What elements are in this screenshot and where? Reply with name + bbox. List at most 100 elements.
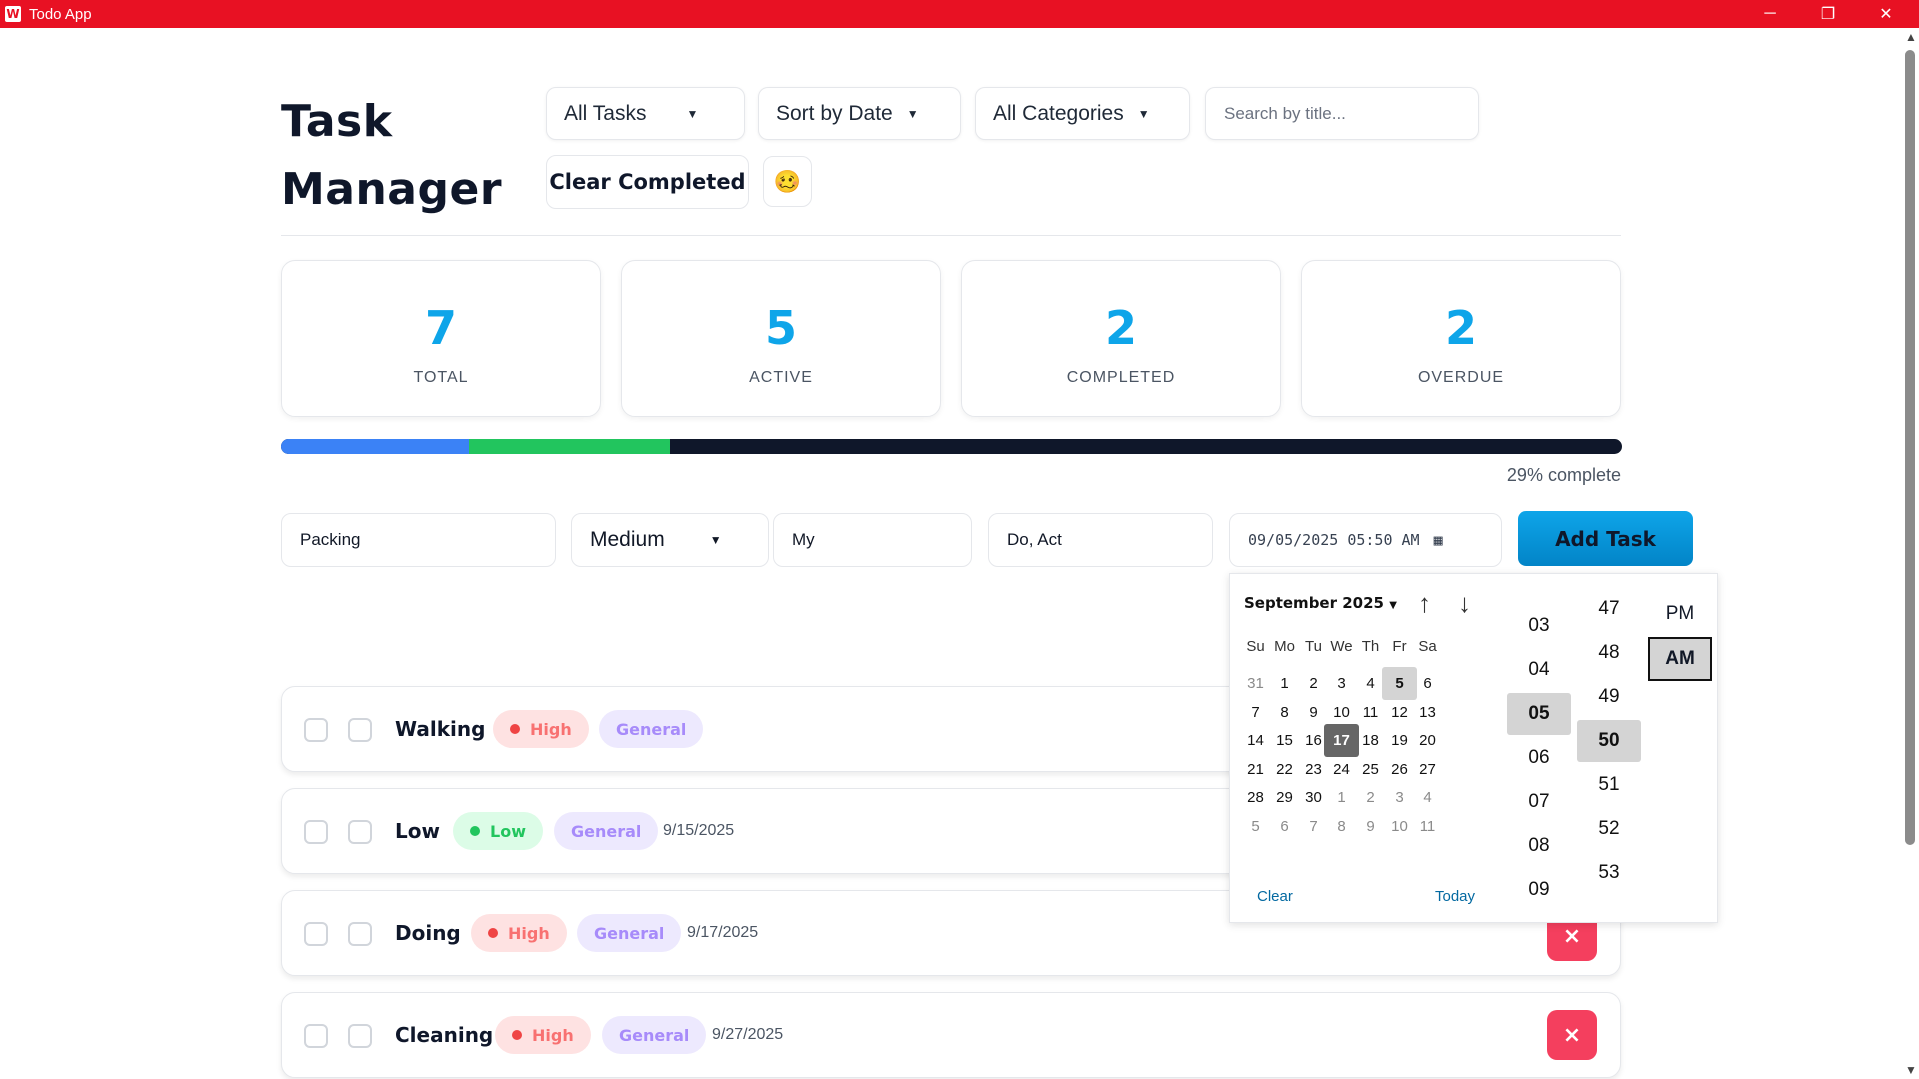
title-bar: W Todo App ─ ❐ ✕ (0, 0, 1919, 28)
month-select[interactable]: September 2025 ▼ (1244, 594, 1397, 612)
calendar-icon[interactable]: ▦ (1434, 531, 1443, 549)
ampm-option[interactable]: PM (1648, 592, 1712, 636)
dot-icon (512, 1030, 522, 1040)
category-filter-select[interactable]: All Categories ▼ (975, 87, 1190, 140)
select-checkbox[interactable] (304, 718, 328, 742)
minute-option[interactable]: 47 (1577, 588, 1641, 630)
sort-select[interactable]: Sort by Date ▼ (758, 87, 961, 140)
search-input[interactable]: Search by title... (1205, 87, 1479, 140)
header-divider (281, 235, 1621, 236)
tags-input[interactable]: Do, Act (988, 513, 1213, 567)
category-badge: General (577, 914, 682, 952)
progress-fill-green (468, 439, 670, 454)
complete-checkbox[interactable] (348, 1024, 372, 1048)
stat-label: OVERDUE (1417, 369, 1505, 386)
restore-button[interactable]: ❐ (1799, 0, 1857, 28)
minute-option[interactable]: 49 (1577, 676, 1641, 718)
stat-value: 5 (764, 301, 797, 355)
select-checkbox[interactable] (304, 1024, 328, 1048)
task-row: Cleaning High General 9/27/2025 × (281, 992, 1621, 1078)
task-title: Cleaning (395, 1023, 494, 1047)
category-badge: General (602, 1016, 707, 1054)
restore-icon: ❐ (1820, 6, 1836, 23)
hour-option[interactable]: 07 (1507, 781, 1571, 823)
hour-option[interactable]: 03 (1507, 605, 1571, 647)
select-checkbox[interactable] (304, 820, 328, 844)
priority-select[interactable]: Medium ▼ (571, 513, 769, 567)
scroll-down-icon[interactable]: ▼ (1905, 1063, 1917, 1077)
complete-checkbox[interactable] (348, 718, 372, 742)
dot-icon (510, 724, 520, 734)
progress-text: 29% complete (1506, 465, 1621, 485)
minute-option[interactable]: 48 (1577, 632, 1641, 674)
scroll-up-icon[interactable]: ▲ (1905, 30, 1917, 44)
task-title: Walking (395, 717, 486, 741)
stat-card-active: 5 ACTIVE (621, 260, 941, 417)
priority-badge: Low (453, 812, 543, 850)
clear-completed-button[interactable]: Clear Completed (546, 155, 749, 209)
app-icon: W (5, 6, 21, 22)
stat-label: TOTAL (413, 369, 469, 386)
clear-date-link[interactable]: Clear (1257, 888, 1293, 905)
minute-option[interactable]: 52 (1577, 808, 1641, 850)
close-icon: ✕ (1879, 6, 1893, 23)
minute-option[interactable]: 51 (1577, 764, 1641, 806)
stat-card-completed: 2 COMPLETED (961, 260, 1281, 417)
caret-down-icon: ▼ (709, 533, 722, 547)
category-badge: General (554, 812, 659, 850)
complete-checkbox[interactable] (348, 922, 372, 946)
stat-label: ACTIVE (749, 369, 813, 386)
select-checkbox[interactable] (304, 922, 328, 946)
close-window-button[interactable]: ✕ (1857, 0, 1915, 28)
complete-checkbox[interactable] (348, 820, 372, 844)
progress-fill-blue (281, 439, 469, 454)
minute-option[interactable]: 53 (1577, 852, 1641, 894)
hour-option[interactable]: 08 (1507, 825, 1571, 867)
hour-option[interactable]: 05 (1507, 693, 1571, 735)
weekday-label: Sa (1418, 638, 1437, 655)
priority-badge: High (495, 1016, 591, 1054)
close-icon: × (1562, 1022, 1582, 1048)
status-filter-select[interactable]: All Tasks ▼ (546, 87, 745, 140)
delete-button[interactable]: × (1547, 1010, 1597, 1060)
stat-card-total: 7 TOTAL (281, 260, 601, 417)
calendar-day[interactable]: 11 (1410, 810, 1445, 843)
page-title: Task Manager (281, 96, 503, 215)
priority-badge: High (471, 914, 567, 952)
stat-value: 2 (1444, 301, 1477, 355)
vertical-scrollbar[interactable]: ▲ ▼ (1901, 28, 1919, 1079)
caret-down-icon: ▼ (1137, 106, 1150, 121)
task-title-input[interactable]: Packing (281, 513, 556, 567)
caret-down-icon: ▼ (1389, 600, 1397, 611)
dot-icon (470, 826, 480, 836)
dot-icon (488, 928, 498, 938)
add-task-button[interactable]: Add Task (1518, 511, 1693, 566)
category-input[interactable]: My (773, 513, 972, 567)
scroll-thumb[interactable] (1905, 50, 1915, 845)
task-title: Doing (395, 921, 461, 945)
due-date: 9/15/2025 (663, 822, 735, 839)
window-title: Todo App (29, 5, 92, 23)
hour-option[interactable]: 09 (1507, 869, 1571, 911)
previous-month-arrow-up-icon[interactable]: ↑ (1418, 588, 1431, 619)
close-icon: × (1562, 923, 1582, 949)
stat-value: 2 (1104, 301, 1137, 355)
emoji-face-icon: 🥴 (773, 168, 802, 194)
progress-bar (281, 439, 1622, 454)
hour-option[interactable]: 06 (1507, 737, 1571, 779)
task-title: Low (395, 819, 440, 843)
category-badge: General (599, 710, 704, 748)
today-link[interactable]: Today (1435, 888, 1475, 905)
stat-card-overdue: 2 OVERDUE (1301, 260, 1621, 417)
priority-badge: High (493, 710, 589, 748)
hour-option[interactable]: 04 (1507, 649, 1571, 691)
minimize-icon: ─ (1764, 5, 1776, 22)
stat-label: COMPLETED (1066, 369, 1176, 386)
due-datetime-input[interactable]: 09/05/2025 05:50 AM ▦ (1229, 513, 1502, 567)
minimize-button[interactable]: ─ (1741, 0, 1799, 28)
theme-toggle-button[interactable]: 🥴 (763, 156, 812, 207)
datetime-picker: September 2025 ▼ ↑ ↓ Su Mo Tu We Th Fr Sa 31 1 2… (1229, 573, 1718, 923)
ampm-option[interactable]: AM (1648, 637, 1712, 681)
next-month-arrow-down-icon[interactable]: ↓ (1458, 588, 1471, 619)
minute-option[interactable]: 50 (1577, 720, 1641, 762)
